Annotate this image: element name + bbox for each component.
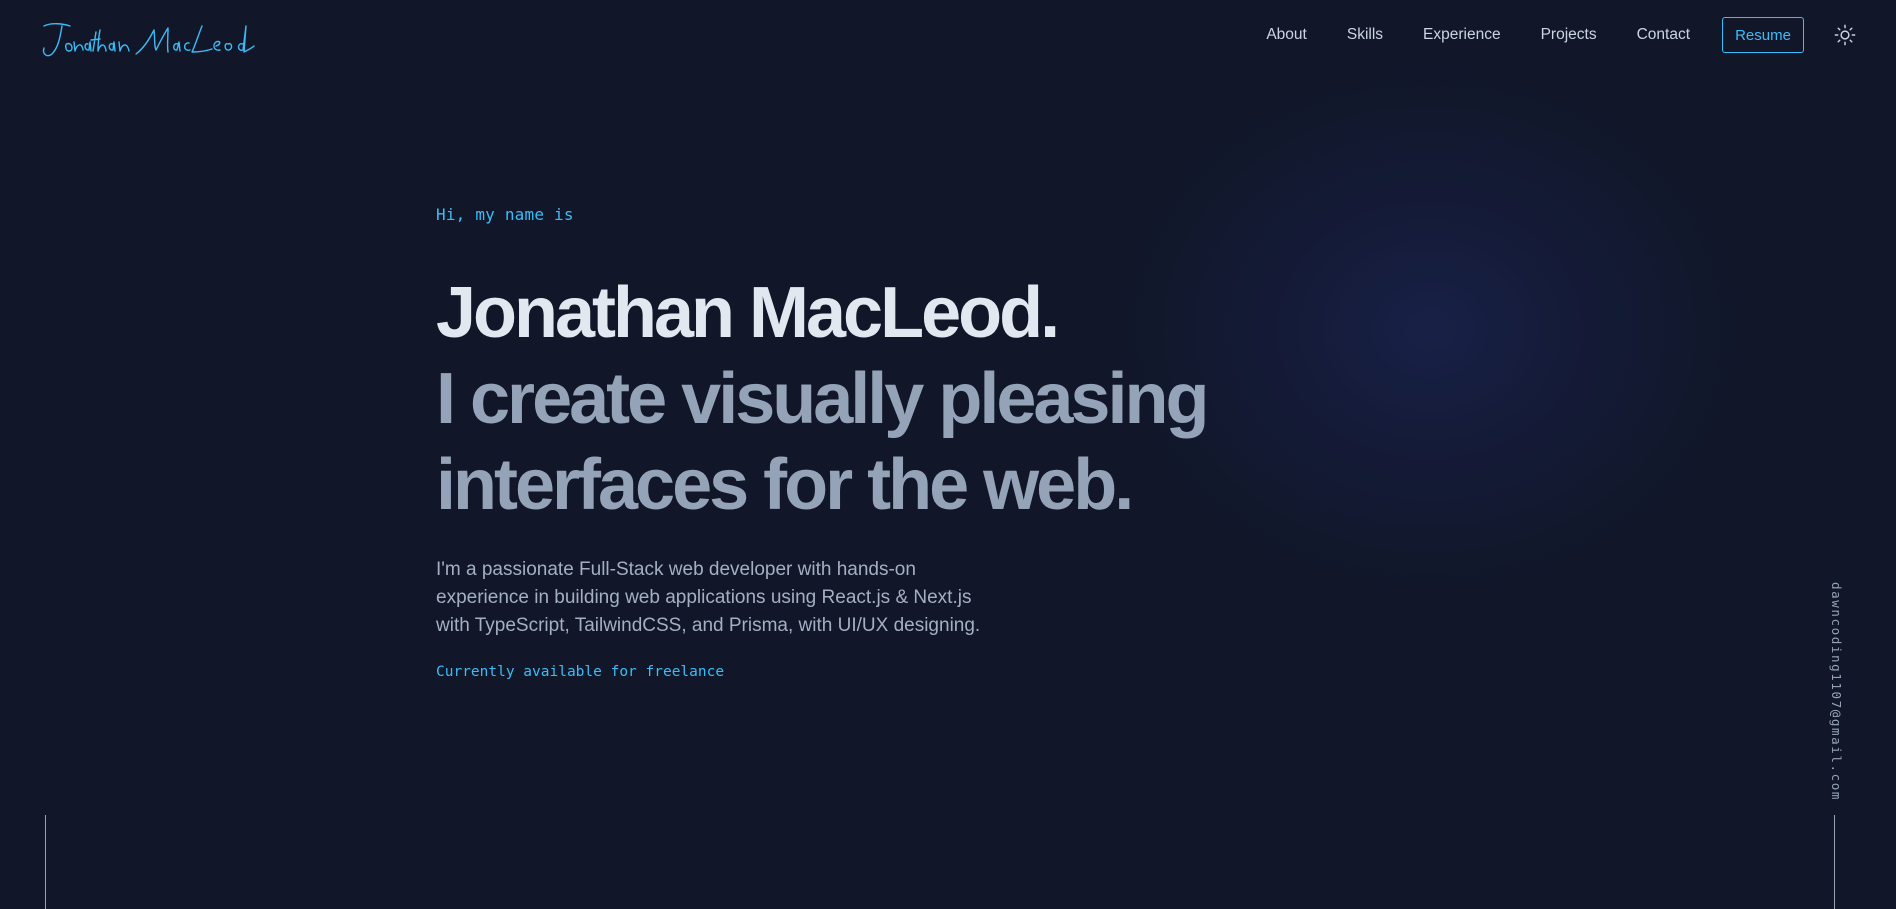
sun-icon [1834,24,1856,46]
hero-tagline-line2: interfaces for the web. [436,445,1134,525]
hero-section: Hi, my name is Jonathan MacLeod. I creat… [436,205,1209,680]
nav-skills[interactable]: Skills [1347,26,1383,44]
hero-greeting: Hi, my name is [436,205,574,224]
signature-logo-graphic [42,23,255,57]
theme-toggle-button[interactable] [1832,22,1858,48]
main-nav: About Skills Experience Projects Contact… [1266,15,1858,55]
right-vertical-line [1834,815,1835,909]
hero-bio: I'm a passionate Full-Stack web develope… [436,559,981,636]
left-vertical-line [45,815,46,909]
background-glow [1120,70,1740,590]
hero-name: Jonathan MacLeod. [436,273,1060,353]
nav-projects[interactable]: Projects [1541,26,1597,44]
hero-tagline-line1: I create visually pleasing [436,359,1209,439]
signature-logo[interactable] [40,18,280,66]
nav-experience[interactable]: Experience [1423,26,1501,44]
availability-status: Currently available for freelance [436,664,725,680]
nav-about[interactable]: About [1266,26,1307,44]
resume-button[interactable]: Resume [1722,17,1804,53]
side-email-link[interactable]: dawncoding1107@gmail.com [1824,582,1844,801]
resume-button-label: Resume [1735,26,1791,44]
nav-contact[interactable]: Contact [1637,26,1690,44]
